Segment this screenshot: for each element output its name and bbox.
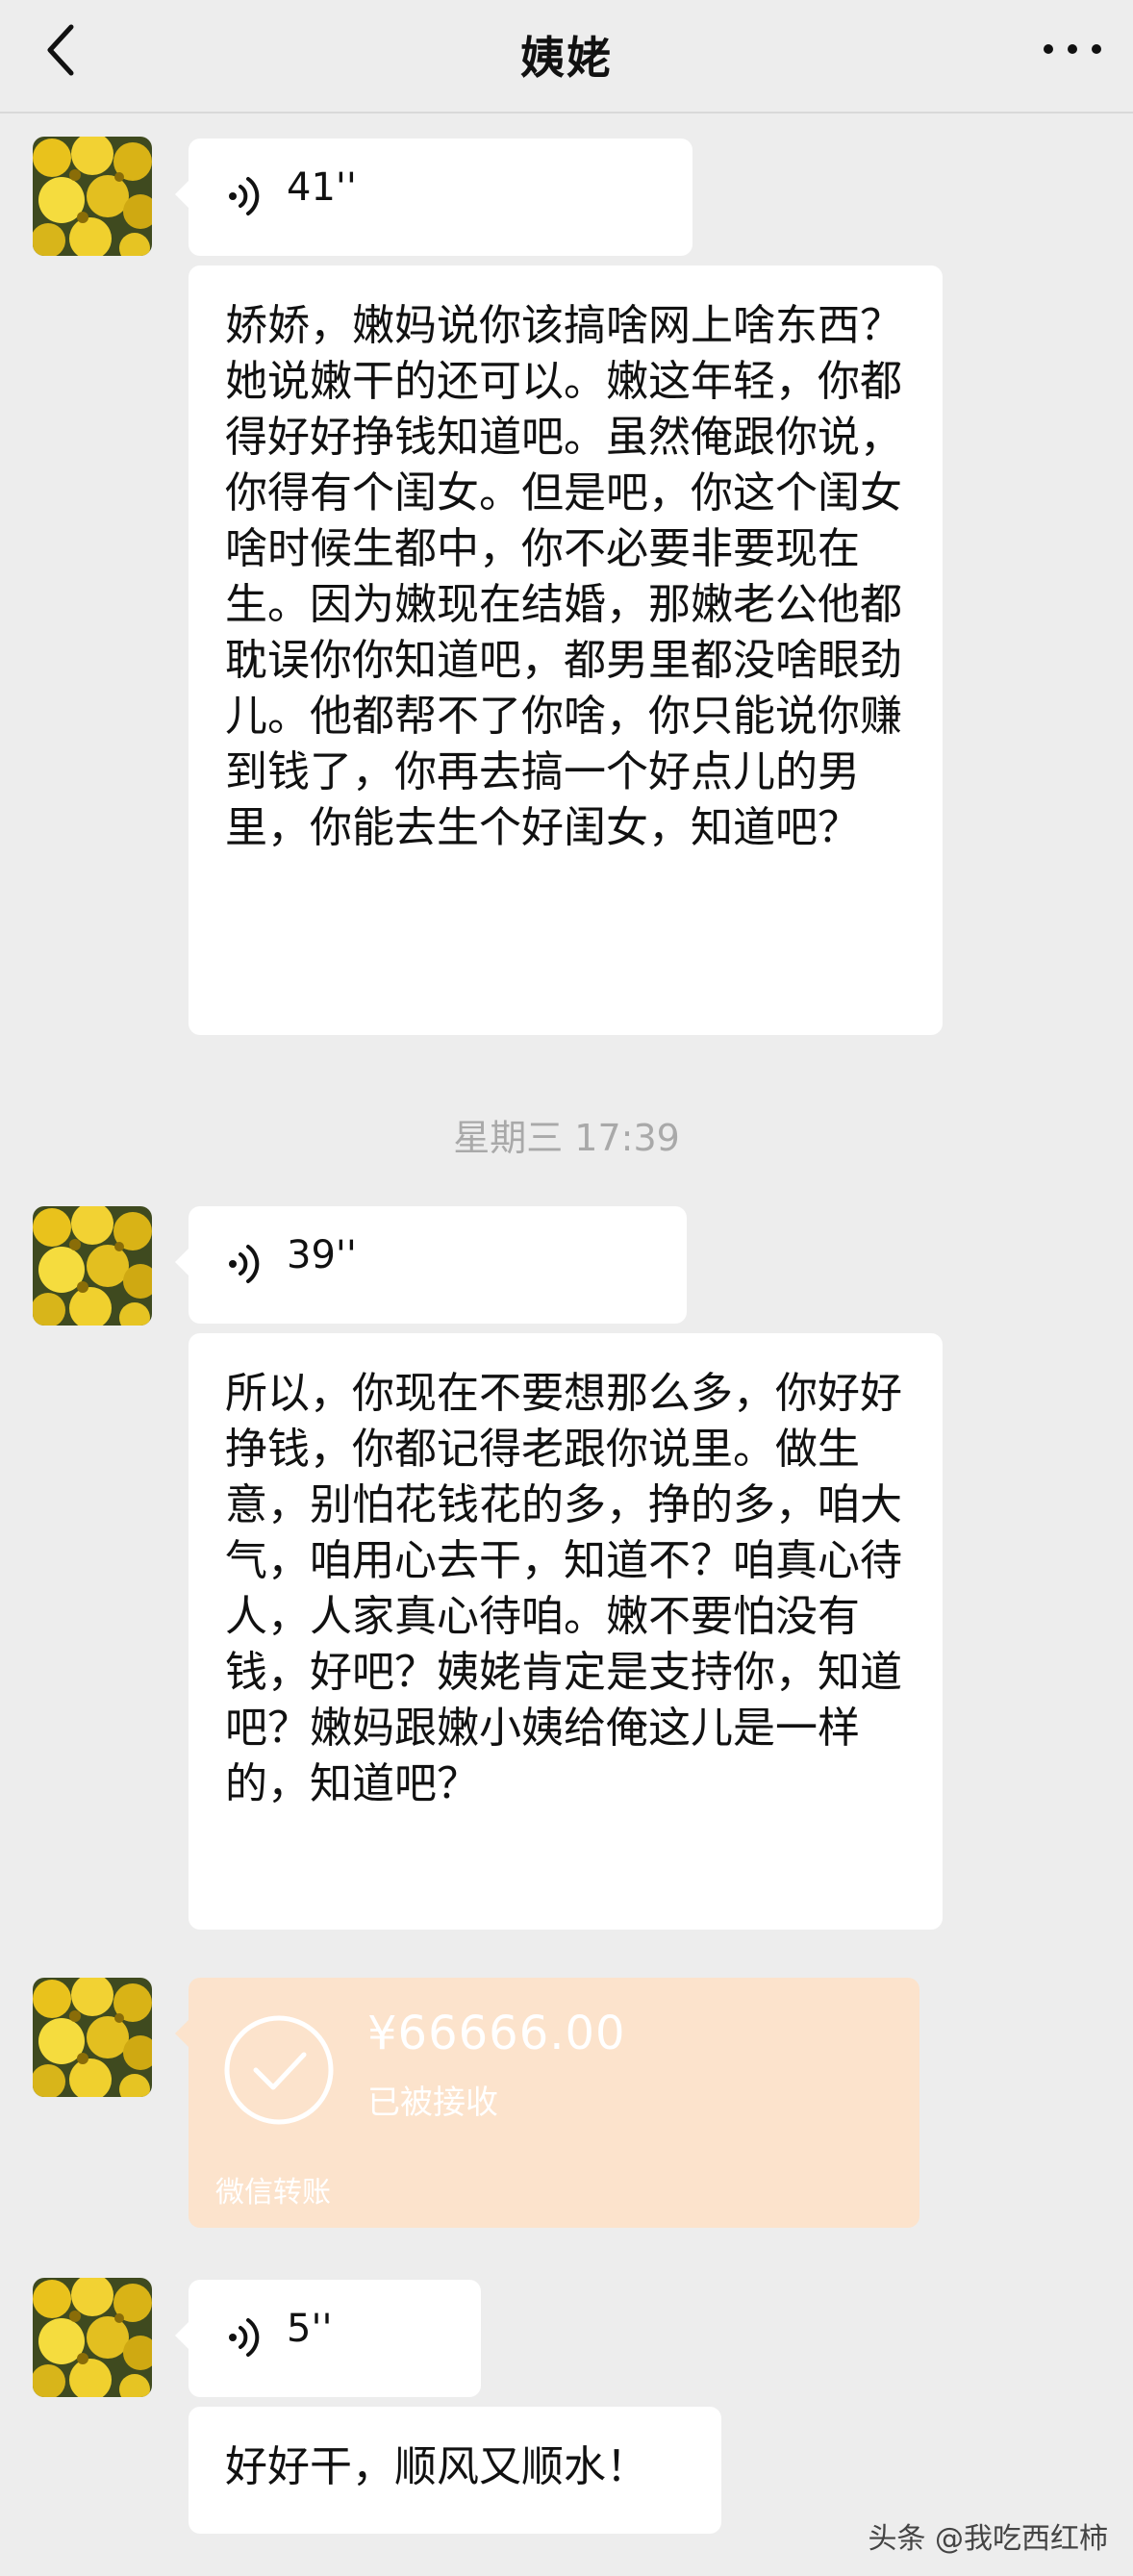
- voice-message-bubble[interactable]: 5'': [175, 2280, 481, 2397]
- voice-duration: 5'': [287, 2307, 333, 2351]
- voice-waves-icon: [225, 171, 264, 221]
- voice-message-bubble[interactable]: 39'': [175, 1206, 687, 1324]
- contact-avatar[interactable]: [33, 2278, 152, 2397]
- transfer-label: 微信转账: [215, 2176, 331, 2210]
- text-message-bubble[interactable]: 所以，你现在不要想那么多，你好好挣钱，你都记得老跟你说里。做生意，别怕花钱花的多…: [189, 1333, 943, 1930]
- contact-avatar[interactable]: [33, 137, 152, 256]
- voice-waves-icon: [225, 1239, 264, 1289]
- voice-duration: 39'': [287, 1233, 357, 1277]
- chat-header: 姨姥: [0, 0, 1133, 114]
- text-message-bubble[interactable]: 好好干，顺风又顺水！: [189, 2407, 721, 2534]
- voice-duration: 41'': [287, 165, 357, 210]
- check-circle-icon: [224, 2015, 334, 2125]
- text-message-bubble[interactable]: 娇娇，嫩妈说你该搞啥网上啥东西？她说嫩干的还可以。嫩这年轻，你都得好好挣钱知道吧…: [189, 265, 943, 1035]
- voice-waves-icon: [225, 2312, 264, 2362]
- transfer-amount: ¥66666.00: [367, 2007, 626, 2060]
- contact-avatar[interactable]: [33, 1206, 152, 1326]
- chat-title: 姨姥: [520, 32, 613, 84]
- message-timestamp: 星期三 17:39: [453, 1117, 680, 1159]
- contact-avatar[interactable]: [33, 1978, 152, 2097]
- transfer-status: 已被接收: [367, 2084, 498, 2122]
- voice-message-bubble[interactable]: 41'': [175, 139, 692, 256]
- more-options-icon[interactable]: [1039, 27, 1106, 71]
- source-watermark: 头条 @我吃西红柿: [868, 2522, 1108, 2556]
- message-text: 所以，你现在不要想那么多，你好好挣钱，你都记得老跟你说里。做生意，别怕花钱花的多…: [225, 1369, 902, 1808]
- message-text: 好好干，顺风又顺水！: [225, 2442, 648, 2491]
- wechat-transfer-card[interactable]: ¥66666.00 已被接收 微信转账: [175, 1978, 919, 2228]
- message-text: 娇娇，嫩妈说你该搞啥网上啥东西？她说嫩干的还可以。嫩这年轻，你都得好好挣钱知道吧…: [225, 301, 902, 852]
